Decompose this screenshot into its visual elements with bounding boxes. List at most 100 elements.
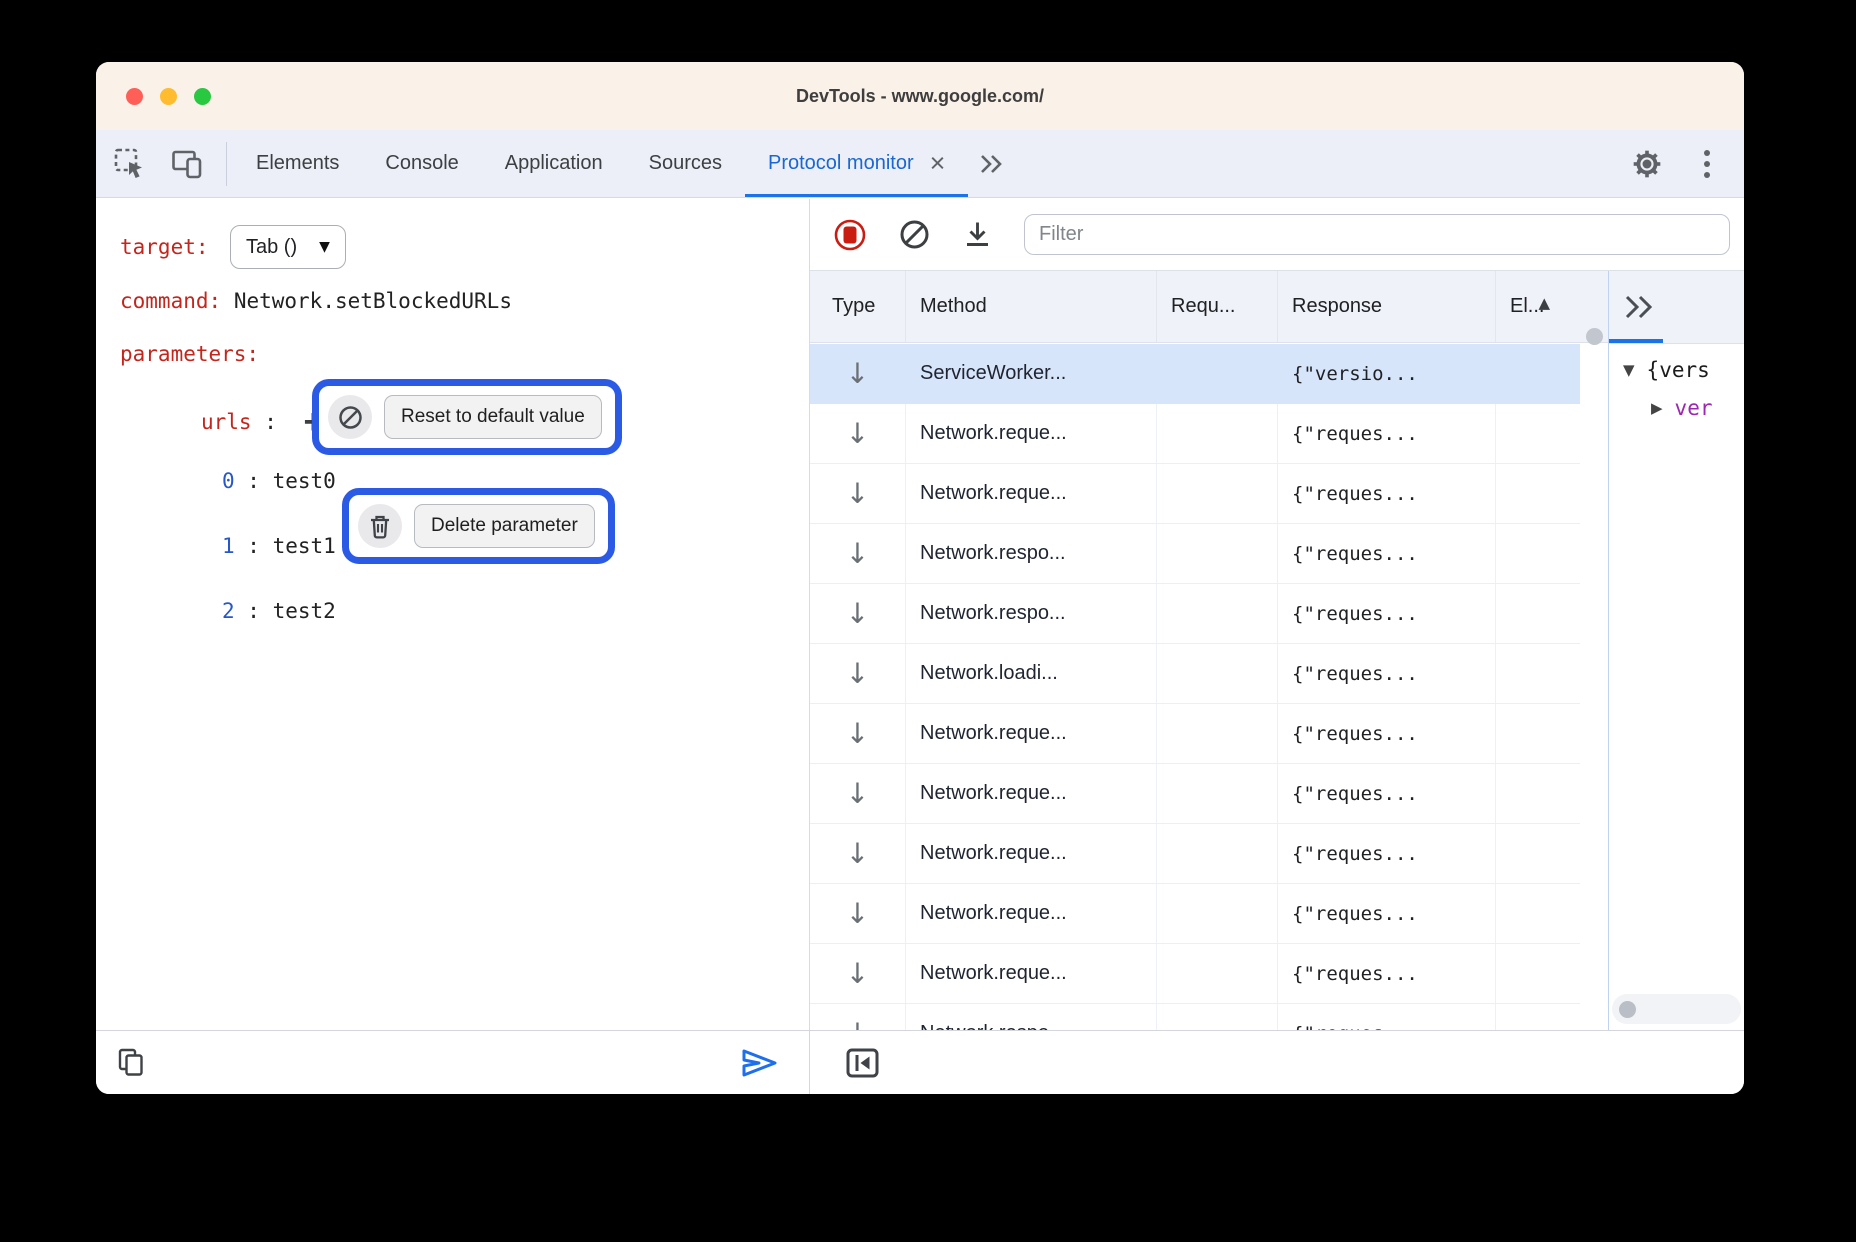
- column-header-method[interactable]: Method: [906, 271, 1157, 342]
- cell-method: Network.respo...: [906, 1004, 1157, 1030]
- table-row[interactable]: ↓ Network.reque... {"reques...: [810, 404, 1580, 464]
- table-row[interactable]: ↓ Network.reque... {"reques...: [810, 764, 1580, 824]
- table-row[interactable]: ↓ Network.respo... {"reques...: [810, 524, 1580, 584]
- tree-node-root[interactable]: ▼ {vers: [1623, 358, 1710, 382]
- sent-message-icon: ↓: [810, 404, 906, 463]
- main-menu-button[interactable]: [1690, 147, 1724, 181]
- record-button[interactable]: [832, 217, 868, 253]
- cell-request: [1157, 344, 1278, 403]
- close-window-button[interactable]: [126, 88, 143, 105]
- delete-highlight-ring: Delete parameter: [342, 488, 615, 564]
- array-item-row[interactable]: 0 : test0: [222, 469, 336, 493]
- target-selector-dropdown[interactable]: Tab () ▼: [230, 225, 346, 269]
- sent-message-icon: ↓: [810, 884, 906, 943]
- bottom-toolbar: [96, 1030, 1744, 1094]
- tab-elements[interactable]: Elements: [233, 130, 362, 197]
- cell-method: ServiceWorker...: [906, 344, 1157, 403]
- cell-request: [1157, 824, 1278, 883]
- array-item-row[interactable]: 2 : test2: [222, 599, 336, 623]
- expand-sidebar-tabs-icon[interactable]: [1622, 292, 1655, 322]
- send-command-button[interactable]: [739, 1045, 779, 1081]
- tree-collapsed-icon[interactable]: ▶: [1651, 399, 1663, 417]
- cell-request: [1157, 884, 1278, 943]
- cell-response: {"reques...: [1278, 404, 1496, 463]
- cell-method: Network.reque...: [906, 764, 1157, 823]
- scrollbar-thumb[interactable]: [1586, 328, 1603, 345]
- sidebar-horizontal-scrollbar[interactable]: [1612, 994, 1741, 1024]
- save-download-button[interactable]: [961, 218, 994, 251]
- minimize-window-button[interactable]: [160, 88, 177, 105]
- table-row[interactable]: ↓ Network.respo... {"reques...: [810, 1004, 1580, 1030]
- tab-sources[interactable]: Sources: [626, 130, 745, 197]
- item-index: 0: [222, 469, 235, 493]
- tree-node-child[interactable]: ▶ ver: [1651, 396, 1712, 420]
- cell-method: Network.reque...: [906, 884, 1157, 943]
- device-toolbar-icon: [171, 147, 204, 180]
- sent-message-icon: ↓: [810, 944, 906, 1003]
- button-label: Delete parameter: [431, 515, 578, 537]
- table-row[interactable]: ↓ Network.loadi... {"reques...: [810, 644, 1580, 704]
- zoom-window-button[interactable]: [194, 88, 211, 105]
- table-row[interactable]: ↓ Network.reque... {"reques...: [810, 464, 1580, 524]
- cell-method: Network.reque...: [906, 944, 1157, 1003]
- tab-protocol-monitor[interactable]: Protocol monitor ×: [745, 130, 968, 197]
- response-tree: ▼ {vers ▶ ver: [1609, 344, 1744, 1030]
- settings-button[interactable]: [1630, 147, 1664, 181]
- table-row[interactable]: ↓ Network.reque... {"reques...: [810, 704, 1580, 764]
- item-index: 2: [222, 599, 235, 623]
- close-tab-icon[interactable]: ×: [930, 150, 946, 177]
- filter-input[interactable]: [1024, 214, 1730, 255]
- column-header-type[interactable]: Type: [810, 271, 906, 342]
- hide-editor-panel-button[interactable]: [844, 1045, 881, 1081]
- column-header-request[interactable]: Requ...: [1157, 271, 1278, 342]
- devtools-content: target: Tab () ▼ command: Network.setBlo…: [96, 199, 1744, 1030]
- command-key: command:: [120, 289, 221, 313]
- inspect-element-button[interactable]: [112, 147, 146, 181]
- scrollbar-thumb[interactable]: [1619, 1001, 1636, 1018]
- window-titlebar: DevTools - www.google.com/: [96, 62, 1744, 130]
- reset-to-default-icon-button[interactable]: [328, 395, 372, 439]
- cell-response: {"reques...: [1278, 464, 1496, 523]
- traffic-lights: [126, 62, 211, 130]
- table-vertical-scrollbar[interactable]: [1580, 344, 1608, 1030]
- table-row[interactable]: ↓ ServiceWorker... {"versio...: [810, 344, 1580, 404]
- sent-message-icon: ↓: [810, 1004, 906, 1030]
- sent-message-icon: ↓: [810, 704, 906, 763]
- cell-elapsed: [1496, 404, 1580, 463]
- delete-parameter-icon-button[interactable]: [358, 504, 402, 548]
- delete-parameter-button[interactable]: Delete parameter: [414, 504, 595, 548]
- copy-command-button[interactable]: [116, 1047, 148, 1079]
- column-header-elapsed[interactable]: El... ▲: [1496, 271, 1580, 342]
- tree-expanded-icon[interactable]: ▼: [1623, 361, 1635, 379]
- sent-message-icon: ↓: [810, 764, 906, 823]
- reset-to-default-button[interactable]: Reset to default value: [384, 395, 602, 439]
- table-row[interactable]: ↓ Network.reque... {"reques...: [810, 824, 1580, 884]
- target-row: target:: [120, 235, 209, 259]
- collapse-panel-icon: [844, 1045, 881, 1081]
- chevron-double-right-icon: [978, 151, 1005, 177]
- cell-method: Network.respo...: [906, 584, 1157, 643]
- clear-all-button[interactable]: [898, 218, 931, 251]
- cell-response: {"reques...: [1278, 884, 1496, 943]
- cell-method: Network.respo...: [906, 524, 1157, 583]
- table-row[interactable]: ↓ Network.respo... {"reques...: [810, 584, 1580, 644]
- monitor-table-body: ↓ ServiceWorker... {"versio... ↓ Network…: [810, 344, 1580, 1030]
- parameters-row: parameters:: [120, 342, 259, 366]
- tab-console[interactable]: Console: [362, 130, 481, 197]
- chevron-down-icon: ▼: [319, 239, 330, 255]
- devtools-window: DevTools - www.google.com/ Elements Cons…: [96, 62, 1744, 1094]
- command-value[interactable]: Network.setBlockedURLs: [234, 289, 512, 313]
- table-row[interactable]: ↓ Network.reque... {"reques...: [810, 944, 1580, 1004]
- column-header-response[interactable]: Response: [1278, 271, 1496, 342]
- monitor-bottom-toolbar: [810, 1031, 1744, 1094]
- item-value: test1: [273, 534, 336, 558]
- cell-elapsed: [1496, 344, 1580, 403]
- cell-response: {"reques...: [1278, 584, 1496, 643]
- more-tabs-button[interactable]: [968, 130, 1015, 197]
- table-row[interactable]: ↓ Network.reque... {"reques...: [810, 884, 1580, 944]
- tab-application[interactable]: Application: [482, 130, 626, 197]
- array-item-row[interactable]: 1 : test1: [222, 534, 336, 558]
- sent-message-icon: ↓: [810, 464, 906, 523]
- toggle-device-toolbar-button[interactable]: [170, 147, 204, 181]
- tab-label: Console: [385, 152, 458, 175]
